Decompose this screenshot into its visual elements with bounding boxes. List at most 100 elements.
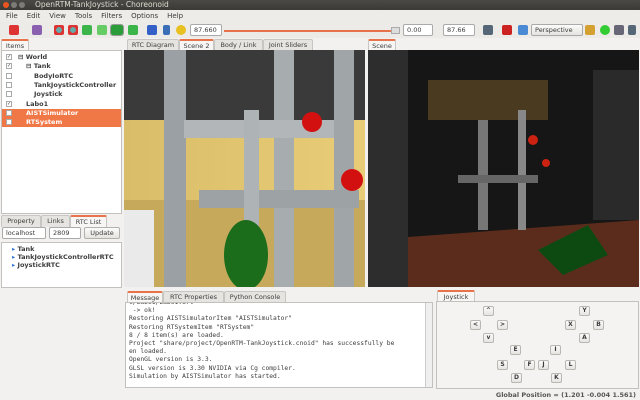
viewpoint-icon[interactable] bbox=[518, 25, 528, 35]
tree-item[interactable]: Joystick bbox=[2, 90, 121, 99]
menu-filters[interactable]: Filters bbox=[101, 12, 122, 20]
joystick-button[interactable]: E bbox=[510, 345, 521, 355]
collapse-icon[interactable]: ⊟ bbox=[26, 62, 34, 70]
message-line: 8 / 8 item(s) are loaded. bbox=[129, 331, 224, 339]
visibility-checkbox[interactable] bbox=[6, 72, 12, 79]
script-icon[interactable] bbox=[32, 25, 42, 35]
menu-file[interactable]: File bbox=[6, 12, 18, 20]
tree-item[interactable]: BodyIoRTC bbox=[2, 72, 121, 81]
tree-item-label: TankJoystickController bbox=[34, 80, 117, 89]
scene-2-render bbox=[124, 50, 365, 287]
scene-2-viewport[interactable] bbox=[124, 50, 365, 287]
message-scrollbar[interactable] bbox=[425, 303, 432, 387]
message-line: OpenGL version is 3.3. bbox=[129, 356, 213, 364]
time-slider-handle[interactable] bbox=[391, 27, 400, 34]
joystick-button[interactable]: S bbox=[497, 360, 508, 370]
collision-icon[interactable] bbox=[585, 25, 595, 35]
view-mode-select[interactable]: Perspective bbox=[531, 24, 583, 36]
joystick-panel bbox=[436, 301, 639, 389]
joystick-button[interactable]: L bbox=[565, 360, 576, 370]
config-icon[interactable] bbox=[628, 25, 636, 35]
tree-item-label: RTSystem bbox=[26, 118, 63, 127]
tree-item-label: Tank bbox=[33, 62, 51, 71]
tree-item[interactable]: ✓ ⊟ Tank bbox=[2, 62, 121, 71]
joystick-button[interactable]: J bbox=[538, 360, 549, 370]
edit-mode-icon[interactable] bbox=[502, 25, 512, 35]
pause-icon[interactable] bbox=[110, 24, 124, 36]
tree-item[interactable]: TankJoystickController bbox=[2, 81, 121, 90]
joystick-button[interactable]: D bbox=[511, 373, 522, 383]
play-forward-icon[interactable] bbox=[163, 25, 170, 35]
joystick-button[interactable]: v bbox=[483, 333, 494, 343]
visibility-checkbox[interactable] bbox=[6, 81, 12, 88]
joystick-button[interactable]: Y bbox=[579, 306, 590, 316]
minimize-window-icon[interactable] bbox=[11, 2, 17, 8]
joystick-button[interactable]: X bbox=[565, 320, 576, 330]
message-log[interactable]: c/Labo1/Labo1.wrl -> ok! Restoring AISTSi… bbox=[125, 302, 433, 388]
rtc-name: JoystickRTC bbox=[17, 261, 60, 269]
visibility-checkbox[interactable] bbox=[6, 109, 12, 116]
message-line: Project "share/project/OpenRTM-TankJoyst… bbox=[129, 340, 395, 348]
joystick-button[interactable]: > bbox=[497, 320, 508, 330]
initial-position-icon[interactable] bbox=[68, 25, 78, 35]
joystick-button[interactable]: ^ bbox=[483, 306, 494, 316]
tree-item-label: Labo1 bbox=[26, 99, 49, 108]
restart-simulation-icon[interactable] bbox=[97, 25, 107, 35]
time-slider[interactable] bbox=[224, 30, 400, 32]
item-tree: ✓ ⊟ World ✓ ⊟ Tank BodyIoRTC TankJoystickCont… bbox=[1, 50, 122, 214]
play-icon[interactable] bbox=[147, 25, 157, 35]
visibility-checkbox[interactable]: ✓ bbox=[6, 54, 12, 60]
collapse-icon[interactable]: ⊟ bbox=[18, 53, 26, 61]
host-input[interactable]: localhost bbox=[2, 227, 46, 239]
light-icon[interactable] bbox=[600, 25, 610, 35]
port-input[interactable]: 2809 bbox=[49, 227, 81, 239]
visibility-checkbox[interactable] bbox=[6, 119, 12, 126]
message-line: Simulation by AISTSimulator has started. bbox=[129, 372, 281, 380]
joystick-button[interactable]: A bbox=[579, 333, 590, 343]
load-icon[interactable] bbox=[9, 25, 19, 35]
rtc-list: ▸ Tank ▸ TankJoystickControllerRTC ▸ Joyst… bbox=[1, 242, 122, 288]
range-end-input[interactable]: 87.66 bbox=[443, 24, 475, 36]
menu-help[interactable]: Help bbox=[167, 12, 183, 20]
time-input[interactable]: 87.660 bbox=[190, 24, 222, 36]
message-line: GLSL version is 3.30 NVIDIA via Cg compi… bbox=[129, 364, 296, 372]
visibility-checkbox[interactable] bbox=[6, 91, 12, 98]
start-simulation-icon[interactable] bbox=[82, 25, 92, 35]
tree-item-label: BodyIoRTC bbox=[34, 71, 74, 80]
tab-rtc-list[interactable]: RTC List bbox=[70, 215, 107, 227]
menu-view[interactable]: View bbox=[49, 12, 66, 20]
settings-icon[interactable] bbox=[483, 25, 493, 35]
maximize-window-icon[interactable] bbox=[19, 2, 25, 8]
window-title: OpenRTM-TankJoystick - Choreonoid bbox=[35, 0, 169, 9]
scene-render bbox=[368, 50, 639, 287]
joystick-button[interactable]: < bbox=[470, 320, 481, 330]
menu-options[interactable]: Options bbox=[131, 12, 158, 20]
tree-item-label: AISTSimulator bbox=[26, 108, 79, 117]
close-window-icon[interactable] bbox=[3, 2, 9, 8]
visibility-checkbox[interactable]: ✓ bbox=[6, 100, 12, 107]
tree-item[interactable]: ✓ Labo1 bbox=[2, 100, 121, 109]
tab-property[interactable]: Property bbox=[1, 215, 41, 227]
restore-icon[interactable] bbox=[54, 25, 64, 35]
joystick-button[interactable]: K bbox=[551, 373, 562, 383]
menu-tools[interactable]: Tools bbox=[75, 12, 92, 20]
tree-item[interactable]: RTSystem bbox=[2, 118, 121, 128]
joystick-button[interactable]: I bbox=[550, 345, 561, 355]
visibility-checkbox[interactable]: ✓ bbox=[6, 63, 12, 70]
toolbar: 87.660 0.00 87.66 Perspective bbox=[0, 22, 640, 38]
tab-links[interactable]: Links bbox=[41, 215, 70, 227]
tree-item[interactable]: ✓ ⊟ World bbox=[2, 53, 121, 62]
title-bar: OpenRTM-TankJoystick - Choreonoid bbox=[0, 0, 640, 10]
scene-viewport[interactable] bbox=[368, 50, 639, 287]
rtc-list-item[interactable]: ▸ JoystickRTC bbox=[12, 261, 60, 270]
update-button[interactable]: Update bbox=[84, 227, 120, 239]
menu-edit[interactable]: Edit bbox=[27, 12, 41, 20]
tree-item[interactable]: AISTSimulator bbox=[2, 108, 121, 118]
stop-icon[interactable] bbox=[128, 25, 138, 35]
refresh-icon[interactable] bbox=[176, 25, 186, 35]
message-line: -> ok! bbox=[129, 307, 156, 315]
joystick-button[interactable]: F bbox=[524, 360, 535, 370]
joystick-button[interactable]: B bbox=[593, 320, 604, 330]
grid-icon[interactable] bbox=[614, 25, 624, 35]
range-start-input[interactable]: 0.00 bbox=[403, 24, 433, 36]
